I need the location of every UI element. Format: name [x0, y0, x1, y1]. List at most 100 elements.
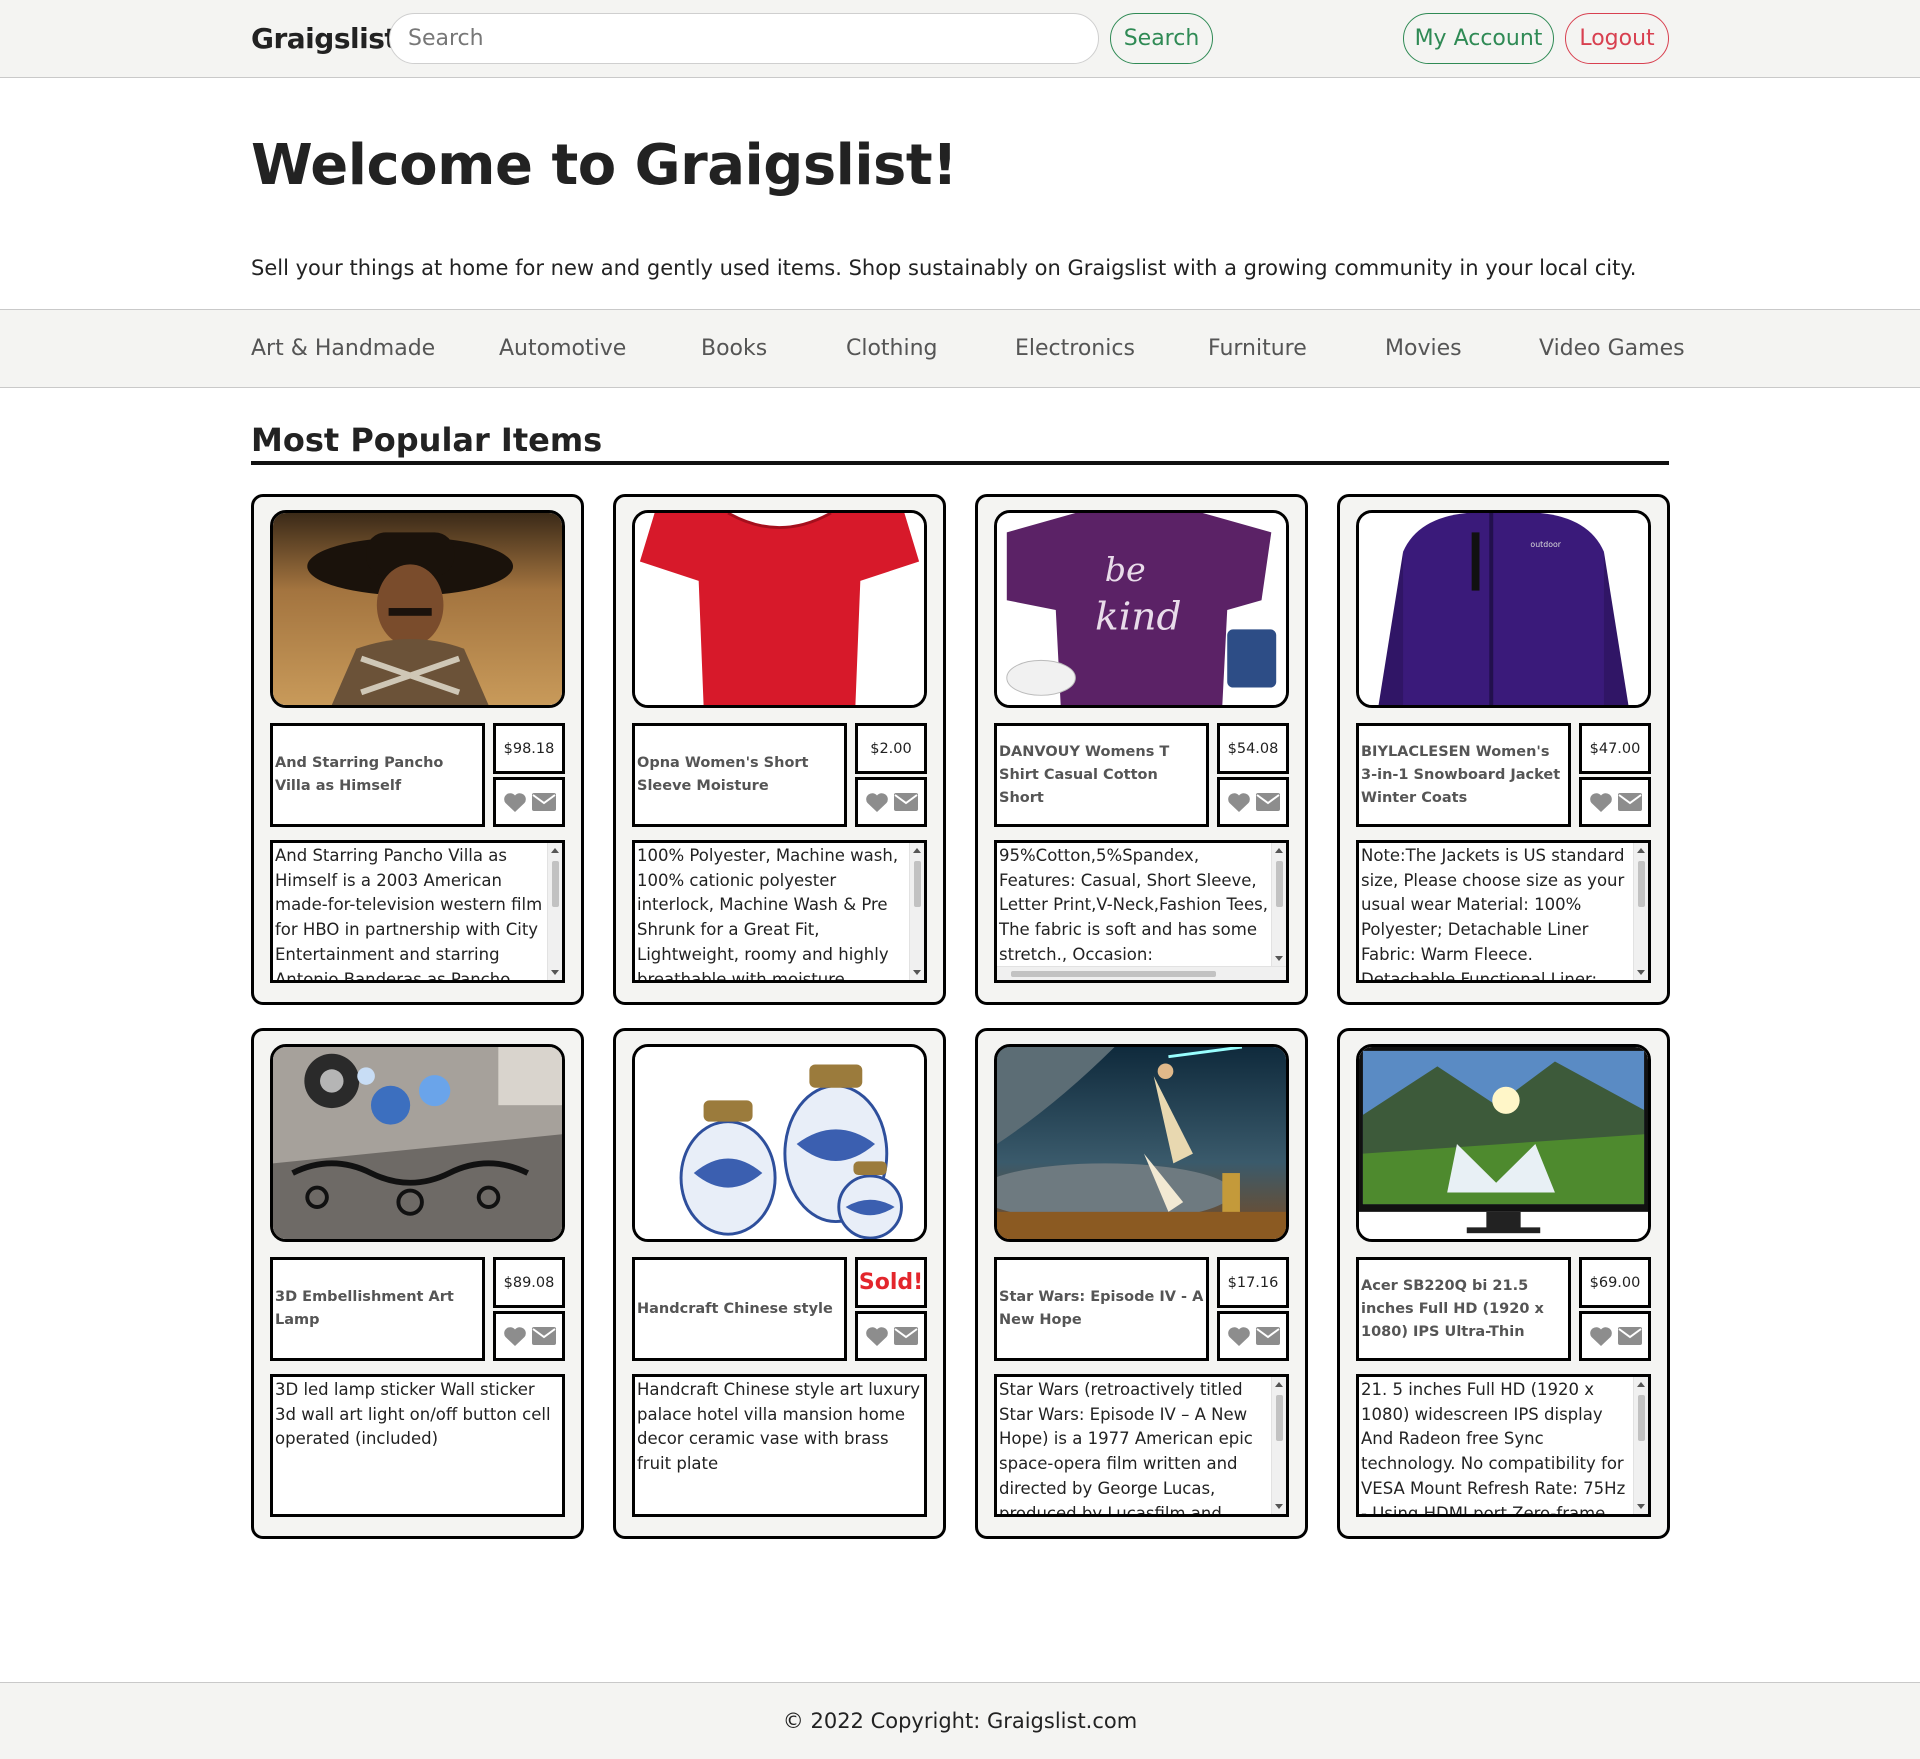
category-automotive[interactable]: Automotive [499, 336, 626, 361]
category-nav: Art & Handmade Automotive Books Clothing… [0, 309, 1920, 388]
item-price: $17.16 [1217, 1257, 1289, 1308]
footer: © 2022 Copyright: Graigslist.com [0, 1682, 1920, 1759]
item-title[interactable]: And Starring Pancho Villa as Himself [270, 723, 485, 827]
item-description-text: And Starring Pancho Villa as Himself is … [275, 846, 543, 983]
item-title[interactable]: DANVOUY Womens T Shirt Casual Cotton Sho… [994, 723, 1209, 827]
heart-icon[interactable] [1589, 1326, 1613, 1347]
item-image[interactable] [632, 1044, 927, 1242]
item-price: $69.00 [1579, 1257, 1651, 1308]
section-divider [251, 461, 1669, 465]
item-image[interactable] [632, 510, 927, 708]
item-actions [493, 1311, 565, 1361]
category-clothing[interactable]: Clothing [846, 336, 938, 361]
item-actions [855, 1311, 927, 1361]
item-title[interactable]: BIYLACLESEN Women's 3-in-1 Snowboard Jac… [1356, 723, 1571, 827]
item-title[interactable]: 3D Embellishment Art Lamp [270, 1257, 485, 1361]
item-price: $54.08 [1217, 723, 1289, 774]
item-card[interactable]: Acer SB220Q bi 21.5 inches Full HD (1920… [1337, 1028, 1670, 1539]
heart-icon[interactable] [503, 1326, 527, 1347]
category-movies[interactable]: Movies [1385, 336, 1462, 361]
item-description-text: 100% Polyester, Machine wash, 100% catio… [637, 846, 899, 983]
top-navbar: Graigslist Search My Account Logout [0, 0, 1920, 78]
item-description-text: Handcraft Chinese style art luxury palac… [637, 1380, 921, 1474]
heart-icon[interactable] [865, 792, 889, 813]
item-title[interactable]: Handcraft Chinese style [632, 1257, 847, 1361]
item-image[interactable]: be kind [994, 510, 1289, 708]
item-image[interactable] [270, 1044, 565, 1242]
item-description-text: Note:The Jackets is US standard size, Pl… [1361, 846, 1625, 983]
item-description[interactable]: Star Wars (retroactively titled Star War… [994, 1374, 1289, 1517]
copyright-text: © 2022 Copyright: Graigslist.com [782, 1709, 1138, 1733]
item-image[interactable]: outdoor [1356, 510, 1651, 708]
envelope-icon[interactable] [1255, 793, 1280, 811]
item-title[interactable]: Acer SB220Q bi 21.5 inches Full HD (1920… [1356, 1257, 1571, 1361]
item-description-text: 3D led lamp sticker Wall sticker 3d wall… [275, 1380, 551, 1449]
item-description-text: 95%Cotton,5%Spandex, Features: Casual, S… [999, 846, 1286, 980]
item-card[interactable]: Opna Women's Short Sleeve Moisture $2.00… [613, 494, 946, 1005]
section-title: Most Popular Items [251, 421, 603, 459]
envelope-icon[interactable] [1617, 1327, 1642, 1345]
item-card[interactable]: 3D Embellishment Art Lamp $89.08 3D led … [251, 1028, 584, 1539]
item-description[interactable]: 3D led lamp sticker Wall sticker 3d wall… [270, 1374, 565, 1517]
category-video-games[interactable]: Video Games [1539, 336, 1685, 361]
heart-icon[interactable] [1589, 792, 1613, 813]
item-actions [1217, 777, 1289, 827]
item-title[interactable]: Star Wars: Episode IV - A New Hope [994, 1257, 1209, 1361]
page-subtitle: Sell your things at home for new and gen… [251, 256, 1637, 280]
search-button[interactable]: Search [1110, 13, 1213, 64]
item-description[interactable]: 100% Polyester, Machine wash, 100% catio… [632, 840, 927, 983]
heart-icon[interactable] [503, 792, 527, 813]
category-electronics[interactable]: Electronics [1015, 336, 1135, 361]
item-image[interactable] [1356, 1044, 1651, 1242]
item-price: $98.18 [493, 723, 565, 774]
item-actions [855, 777, 927, 827]
item-description-text: 21. 5 inches Full HD (1920 x 1080) wides… [1361, 1380, 1626, 1517]
page-title: Welcome to Graigslist! [251, 133, 958, 198]
heart-icon[interactable] [865, 1326, 889, 1347]
description-scrollbar[interactable] [1633, 843, 1648, 980]
item-description-text: Star Wars (retroactively titled Star War… [999, 1380, 1253, 1517]
envelope-icon[interactable] [893, 793, 918, 811]
search-input[interactable] [389, 13, 1099, 64]
item-price: $2.00 [855, 723, 927, 774]
envelope-icon[interactable] [1617, 793, 1642, 811]
description-scrollbar[interactable] [1633, 1377, 1648, 1514]
brand-logo[interactable]: Graigslist [251, 22, 398, 55]
item-actions [1217, 1311, 1289, 1361]
description-scrollbar[interactable] [1271, 1377, 1286, 1514]
item-image[interactable] [270, 510, 565, 708]
category-furniture[interactable]: Furniture [1208, 336, 1307, 361]
my-account-button[interactable]: My Account [1403, 13, 1554, 64]
sold-badge: Sold! [855, 1257, 927, 1308]
item-card[interactable]: be kind DANVOUY Womens T Shirt Casual Co… [975, 494, 1308, 1005]
item-image[interactable] [994, 1044, 1289, 1242]
envelope-icon[interactable] [1255, 1327, 1280, 1345]
logout-button[interactable]: Logout [1565, 13, 1669, 64]
item-description[interactable]: Handcraft Chinese style art luxury palac… [632, 1374, 927, 1517]
envelope-icon[interactable] [893, 1327, 918, 1345]
heart-icon[interactable] [1227, 792, 1251, 813]
item-actions [1579, 1311, 1651, 1361]
envelope-icon[interactable] [531, 1327, 556, 1345]
item-actions [493, 777, 565, 827]
category-art-handmade[interactable]: Art & Handmade [251, 336, 435, 361]
item-description[interactable]: And Starring Pancho Villa as Himself is … [270, 840, 565, 983]
description-horizontal-scrollbar[interactable] [997, 966, 1286, 980]
item-title[interactable]: Opna Women's Short Sleeve Moisture [632, 723, 847, 827]
item-actions [1579, 777, 1651, 827]
description-scrollbar[interactable] [547, 843, 562, 980]
category-books[interactable]: Books [701, 336, 767, 361]
description-scrollbar[interactable] [909, 843, 924, 980]
svg-text:outdoor: outdoor [1530, 540, 1561, 549]
item-card[interactable]: Star Wars: Episode IV - A New Hope $17.1… [975, 1028, 1308, 1539]
description-scrollbar[interactable] [1271, 843, 1286, 966]
item-description[interactable]: 21. 5 inches Full HD (1920 x 1080) wides… [1356, 1374, 1651, 1517]
item-card[interactable]: outdoor BIYLACLESEN Women's 3-in-1 Snowb… [1337, 494, 1670, 1005]
item-price: $47.00 [1579, 723, 1651, 774]
envelope-icon[interactable] [531, 793, 556, 811]
item-card[interactable]: Handcraft Chinese style Sold! Handcraft … [613, 1028, 946, 1539]
item-card[interactable]: And Starring Pancho Villa as Himself $98… [251, 494, 584, 1005]
item-description[interactable]: Note:The Jackets is US standard size, Pl… [1356, 840, 1651, 983]
heart-icon[interactable] [1227, 1326, 1251, 1347]
item-description[interactable]: 95%Cotton,5%Spandex, Features: Casual, S… [994, 840, 1289, 983]
